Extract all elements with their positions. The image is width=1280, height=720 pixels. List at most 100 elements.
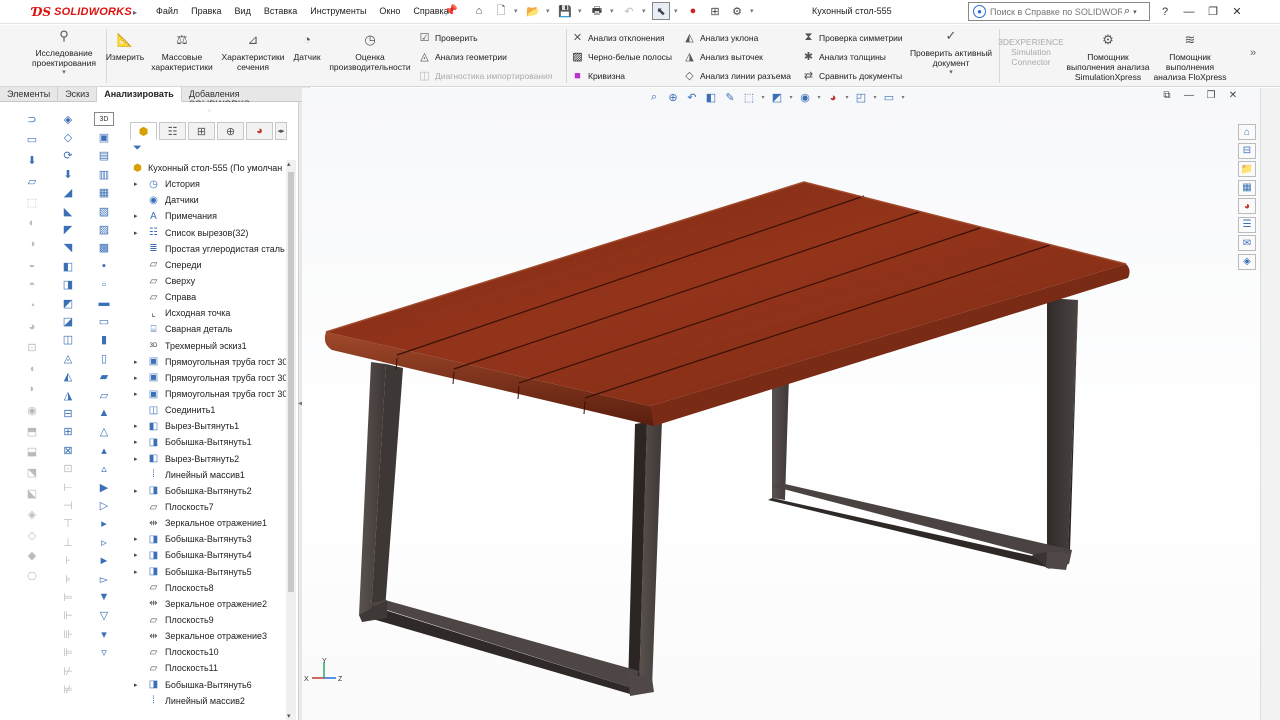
tree-node[interactable]: ▸ ◨ Бобышка-Вытянуть2 — [128, 483, 286, 499]
display-manager-tab-icon[interactable]: ◕ — [246, 122, 273, 140]
expand-arrow-icon[interactable]: ▸ — [134, 422, 138, 430]
weldments-tool-icon[interactable]: ▲ — [94, 406, 114, 420]
weldments-tool-icon[interactable]: ▵ — [94, 462, 114, 476]
expand-arrow-icon[interactable]: ▸ — [134, 551, 138, 559]
curves-tool-icon[interactable]: ◩ — [58, 296, 78, 310]
weldments-tool-icon[interactable]: ▽ — [94, 609, 114, 623]
symmetry-check-button[interactable]: ⧗ Проверка симметрии — [802, 31, 903, 44]
undo-icon[interactable]: ↶ — [620, 2, 638, 20]
chevron-down-icon[interactable]: ▾ — [546, 7, 552, 15]
traffic-light-icon[interactable]: ● — [684, 2, 702, 20]
sensor-button[interactable]: ◔ Датчик — [288, 33, 326, 62]
chevron-down-icon[interactable]: ▾ — [1133, 8, 1137, 16]
curves-tool-icon[interactable]: ◭ — [58, 370, 78, 384]
curves-tool-icon[interactable]: ◪ — [58, 314, 78, 328]
expand-arrow-icon[interactable]: ▸ — [134, 180, 138, 188]
weldments-tool-icon[interactable]: △ — [94, 425, 114, 439]
tree-node[interactable]: ▸ A Примечания — [128, 208, 286, 224]
weldments-tool-icon[interactable]: ▷ — [94, 498, 114, 512]
weldments-tool-icon[interactable]: ▾ — [94, 627, 114, 641]
expand-arrow-icon[interactable]: ▸ — [134, 374, 138, 382]
curves-tool-icon[interactable]: ◨ — [58, 278, 78, 292]
weldments-tool-icon[interactable]: ▸ — [94, 517, 114, 531]
curves-tool-icon[interactable]: ◧ — [58, 259, 78, 273]
scrollbar-thumb[interactable] — [288, 172, 294, 592]
zebra-stripes-button[interactable]: ▨ Черно-белые полосы — [571, 50, 672, 63]
weldments-tool-icon[interactable]: ▫ — [94, 278, 114, 292]
open-icon[interactable]: 📂 — [524, 2, 542, 20]
tree-node[interactable]: ⁞ Линейный массив2 — [128, 693, 286, 709]
tree-node[interactable]: ▸ ▣ Прямоугольная труба гост 30 — [128, 354, 286, 370]
chevron-down-icon[interactable]: ▾ — [642, 7, 648, 15]
feature-tree-tab-icon[interactable]: ⬢ — [130, 122, 157, 140]
weldments-tool-icon[interactable]: ▮ — [94, 333, 114, 347]
weldments-tool-icon[interactable]: ▰ — [94, 370, 114, 384]
tree-node[interactable]: ▸ ◨ Бобышка-Вытянуть4 — [128, 547, 286, 563]
curves-tool-icon[interactable]: ◬ — [58, 351, 78, 365]
help-icon[interactable]: ? — [1156, 3, 1174, 20]
curves-tool-icon[interactable]: ◢ — [58, 186, 78, 200]
expand-arrow-icon[interactable]: ▸ — [134, 455, 138, 463]
measure-button[interactable]: 📐 Измерить — [106, 33, 144, 62]
features-tool-icon[interactable]: ⬇ — [22, 154, 42, 168]
rebuild-icon[interactable]: ⊞ — [706, 2, 724, 20]
tree-node[interactable]: ▸ ◧ Вырез-Вытянуть2 — [128, 451, 286, 467]
menu-window[interactable]: Окно — [379, 6, 400, 16]
tree-node[interactable]: ▱ Спереди — [128, 257, 286, 273]
parting-line-analysis-button[interactable]: ◇ Анализ линии разъема — [683, 69, 791, 82]
curves-tool-icon[interactable]: ◈ — [58, 112, 78, 126]
deviation-analysis-button[interactable]: ✕ Анализ отклонения — [571, 31, 665, 44]
weldments-tool-icon[interactable]: ▦ — [94, 186, 114, 200]
configuration-manager-tab-icon[interactable]: ⊞ — [188, 122, 215, 140]
draft-analysis-button[interactable]: ◭ Анализ уклона — [683, 31, 758, 44]
check-button[interactable]: ☑ Проверить — [418, 31, 478, 44]
print-icon[interactable]: 🖶 — [588, 2, 606, 20]
help-search-box[interactable]: ● ⌕ ▾ — [968, 2, 1150, 21]
simulationxpress-button[interactable]: ⚙ Помощник выполнения анализа Simulation… — [1066, 33, 1150, 82]
weldments-tool-icon[interactable]: ▱ — [94, 388, 114, 402]
menu-edit[interactable]: Правка — [191, 6, 221, 16]
tab-features[interactable]: Элементы — [0, 87, 59, 102]
features-tool-icon[interactable]: ⊃ — [22, 112, 42, 126]
curves-tool-icon[interactable]: ◇ — [58, 130, 78, 144]
expand-arrow-icon[interactable]: ▸ — [134, 487, 138, 495]
weldments-tool-icon[interactable]: ▩ — [94, 241, 114, 255]
weldments-tool-icon[interactable]: ▯ — [94, 351, 114, 365]
tree-node[interactable]: ▸ ◨ Бобышка-Вытянуть1 — [128, 434, 286, 450]
tree-node[interactable]: ▸ ◨ Бобышка-Вытянуть6 — [128, 677, 286, 693]
expand-arrow-icon[interactable]: ▸ — [134, 358, 138, 366]
weldments-tool-icon[interactable]: 3D — [94, 112, 114, 126]
solidworks-logo[interactable]: ƊS SOLIDWORKS — [32, 5, 132, 19]
minimize-icon[interactable]: — — [1180, 3, 1198, 20]
pin-menu-icon[interactable]: 📌 — [444, 4, 458, 17]
weldments-tool-icon[interactable]: ▪ — [94, 259, 114, 273]
custom-properties-icon[interactable]: ☰ — [1238, 216, 1256, 233]
tree-node[interactable]: ▱ Сверху — [128, 273, 286, 289]
home-icon[interactable]: ⌂ — [470, 2, 488, 20]
performance-evaluation-button[interactable]: ◷ Оценка производительности — [326, 33, 414, 72]
tree-root-part[interactable]: ⬢ Кухонный стол-555 (По умолчан — [128, 160, 286, 176]
expand-arrow-icon[interactable]: ▸ — [134, 438, 138, 446]
tree-node[interactable]: ⌞ Исходная точка — [128, 305, 286, 321]
weldments-tool-icon[interactable]: ▤ — [94, 149, 114, 163]
tree-node[interactable]: ◫ Соединить1 — [128, 402, 286, 418]
weldments-tool-icon[interactable]: ▣ — [94, 130, 114, 144]
select-pointer-icon[interactable]: ⬉ — [652, 2, 670, 20]
menu-tools[interactable]: Инструменты — [310, 6, 366, 16]
property-manager-tab-icon[interactable]: ☷ — [159, 122, 186, 140]
geometry-analysis-button[interactable]: ◬ Анализ геометрии — [418, 50, 507, 63]
appearances-icon[interactable]: ◕ — [1238, 198, 1256, 214]
curves-tool-icon[interactable]: ⊠ — [58, 443, 78, 457]
tree-node[interactable]: ▸ ☷ Список вырезов(32) — [128, 225, 286, 241]
tree-node[interactable]: ⇹ Зеркальное отражение1 — [128, 515, 286, 531]
tree-node[interactable]: ▸ ◧ Вырез-Вытянуть1 — [128, 418, 286, 434]
3dexperience-icon[interactable]: ◈ — [1238, 253, 1256, 270]
restore-icon[interactable]: ❐ — [1204, 3, 1222, 20]
graphics-viewport[interactable]: ⌕ ⊕ ↶ ◧ ✎ ⬚ ▾ ◩ ▾ ◉ ▾ ◕ ▾ ◰ ▾ ▭ ▾ ⧉ — ❐ ✕ — [302, 88, 1260, 720]
tab-addins[interactable]: Добавления SOLIDWORKS — [182, 87, 310, 109]
curves-tool-icon[interactable]: ⟳ — [58, 149, 78, 163]
expand-arrow-icon[interactable]: ▸ — [134, 568, 138, 576]
chevron-down-icon[interactable]: ▾ — [578, 7, 584, 15]
chevron-down-icon[interactable]: ▾ — [62, 68, 66, 78]
design-library-icon[interactable]: ⊟ — [1238, 142, 1256, 159]
